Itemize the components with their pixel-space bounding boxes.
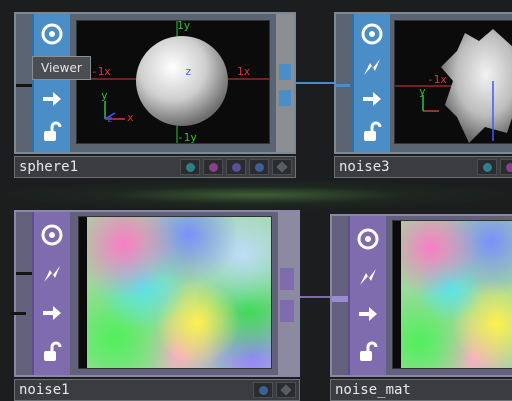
arrow-right-icon [43, 305, 61, 320]
display-flag-button[interactable] [38, 299, 66, 327]
input-connector[interactable] [10, 312, 26, 315]
gizmo-y-label: y [419, 85, 426, 98]
node-label-bar: noise1 [14, 379, 300, 401]
cook-toggle-button[interactable] [354, 263, 382, 291]
noise-geometry-shape [441, 29, 512, 143]
node-body: -1x y [334, 12, 512, 154]
flag-render[interactable] [226, 159, 246, 175]
viewer-toggle-button[interactable] [354, 225, 382, 253]
node-body [330, 214, 512, 377]
display-flag-button[interactable] [38, 85, 66, 113]
sphere-render [77, 21, 269, 143]
display-flag-button[interactable] [354, 300, 382, 328]
output-connector[interactable] [280, 300, 294, 322]
node-viewer-noise-texture[interactable] [78, 216, 272, 369]
node-noise1[interactable]: noise1 [10, 210, 300, 401]
noise-texture-image [87, 217, 271, 368]
eye-icon [361, 23, 383, 45]
arrow-right-icon [43, 92, 61, 107]
node-viewer-sphere[interactable]: 1y -1y -1x 1x z y x z [76, 20, 270, 144]
flag-display[interactable] [253, 382, 273, 398]
viewer-toggle-button[interactable] [38, 20, 66, 48]
input-connector[interactable] [332, 296, 348, 302]
flag-bypass[interactable] [180, 159, 200, 175]
node-name[interactable]: noise_mat [331, 382, 512, 398]
flag-display[interactable] [249, 159, 269, 175]
viewer-tooltip: Viewer [32, 56, 91, 80]
lightning-icon [44, 266, 60, 283]
cook-toggle-button[interactable] [358, 53, 386, 81]
node-noise-mat[interactable]: noise_mat [330, 214, 512, 401]
arrow-right-icon [359, 307, 377, 322]
noise-geometry-render [395, 29, 512, 143]
output-connector[interactable] [279, 90, 291, 106]
node-viewer-noise-texture[interactable] [392, 220, 512, 369]
node-noise3[interactable]: -1x y noise3 [334, 12, 512, 178]
input-connector[interactable] [16, 84, 32, 87]
lock-flag-button[interactable] [358, 118, 386, 146]
input-connector[interactable] [334, 84, 350, 87]
axis-label-right: 1x [237, 65, 251, 78]
eye-icon [41, 224, 63, 246]
lightning-icon [360, 268, 376, 285]
axis-label-top: 1y [177, 20, 191, 32]
output-connector[interactable] [279, 64, 291, 80]
gizmo-x-label: x [127, 111, 134, 124]
flag-bypass[interactable] [477, 159, 497, 175]
lock-flag-button[interactable] [38, 118, 66, 146]
node-sidebar [32, 212, 70, 375]
node-label-bar: noise_mat [330, 379, 512, 401]
viewer-toggle-button[interactable] [38, 221, 66, 249]
lightning-icon [364, 58, 380, 75]
flag-viewer[interactable] [272, 159, 292, 175]
node-sidebar [32, 14, 70, 152]
flag-template[interactable] [500, 159, 512, 175]
node-sidebar [348, 216, 386, 375]
node-name[interactable]: noise1 [15, 382, 253, 398]
node-body: 1y -1y -1x 1x z y x z [14, 12, 296, 154]
gizmo-y-label: y [101, 89, 108, 102]
cook-toggle-button[interactable] [38, 260, 66, 288]
node-name[interactable]: noise3 [335, 159, 477, 175]
axis-label-bottom: -1y [177, 131, 197, 144]
input-connector[interactable] [16, 272, 32, 275]
node-viewer-noise-geometry[interactable]: -1x y [394, 20, 512, 144]
axis-label-left: -1x [427, 73, 447, 86]
eye-icon [41, 23, 63, 45]
unlock-icon [44, 121, 62, 141]
unlock-icon [44, 341, 62, 361]
lock-flag-button[interactable] [354, 338, 382, 366]
node-label-bar: sphere1 [14, 156, 296, 178]
gizmo-z-label: z [107, 115, 113, 125]
viewer-toggle-button[interactable] [358, 20, 386, 48]
node-label-bar: noise3 [334, 156, 512, 178]
node-sidebar [352, 14, 390, 152]
arrow-right-icon [363, 92, 381, 107]
lock-flag-button[interactable] [38, 338, 66, 366]
eye-icon [357, 228, 379, 250]
node-right-bar [276, 14, 294, 152]
node-right-bar [278, 212, 298, 375]
unlock-icon [364, 121, 382, 141]
output-connector[interactable] [280, 268, 294, 290]
unlock-icon [360, 341, 378, 362]
noise-texture-image [401, 221, 512, 368]
axis-label-center: z [185, 65, 192, 78]
node-name[interactable]: sphere1 [15, 159, 180, 175]
node-body [14, 210, 300, 377]
display-flag-button[interactable] [358, 85, 386, 113]
flag-viewer[interactable] [276, 382, 296, 398]
network-background-glow [0, 180, 512, 210]
flag-template[interactable] [203, 159, 223, 175]
sphere-shape [136, 36, 228, 126]
node-sphere1[interactable]: 1y -1y -1x 1x z y x z sphere1 [14, 12, 296, 178]
axis-label-left: -1x [91, 65, 111, 78]
